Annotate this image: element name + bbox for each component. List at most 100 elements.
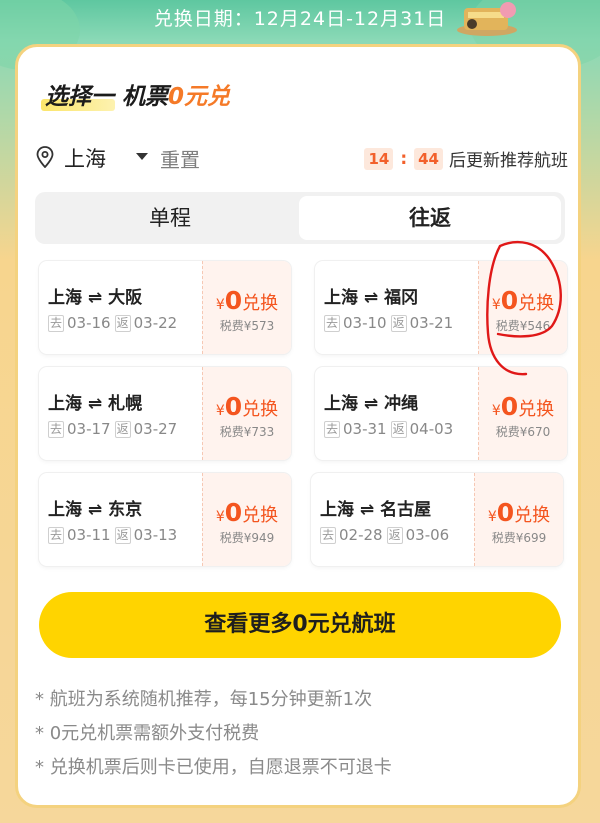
return-date: 04-03 [409,420,454,438]
flight-route: 上海 ⇌ 福冈 [324,283,418,308]
flight-card[interactable]: 上海 ⇌ 冲绳去 03-31 返 04-03 ¥0兑换税费¥670 [315,367,567,460]
depart-tag: 去 [324,421,341,438]
price-amount: 0 [496,498,515,527]
currency-symbol: ¥ [215,509,225,525]
more-flights-button[interactable]: 查看更多0元兑航班 [39,592,561,658]
origin-city: 上海 [48,288,82,308]
price: ¥0兑换 [479,392,567,421]
caret-down-icon[interactable] [136,153,148,160]
price-amount: 0 [224,392,243,421]
flight-card[interactable]: 上海 ⇌ 札幌去 03-17 返 03-27 ¥0兑换 税费¥733 [39,367,291,460]
redeem-label: 兑换 [242,293,279,314]
city-selector[interactable]: 上海 [64,143,106,173]
origin-city: 上海 [320,500,354,520]
flight-card[interactable]: 上海 ⇌ 名古屋去 02-28 返 03-06 ¥0兑换税费¥699 [311,473,563,566]
price-amount: 0 [500,392,519,421]
return-date: 03-22 [133,314,178,332]
depart-date: 03-11 [67,526,111,544]
return-tag: 返 [114,315,131,332]
destination-city: 名古屋 [380,500,432,520]
price-amount: 0 [224,498,243,527]
return-date: 03-06 [405,526,450,544]
tax-fee: 税费¥573 [219,319,275,333]
flight-dates: 去 03-16 返 03-22 [48,314,177,332]
map-pin-icon[interactable] [36,146,54,168]
depart-tag: 去 [48,421,65,438]
redeem-price-button[interactable]: ¥0兑换税费¥949 [202,473,291,566]
destination-city: 东京 [108,500,143,520]
return-tag: 返 [386,527,403,544]
return-date: 03-13 [133,526,178,544]
tax-fee: 税费¥699 [491,531,547,545]
price: ¥0兑换 [203,392,291,421]
countdown-minutes: 14 [364,147,394,170]
return-date: 03-21 [409,314,454,332]
hand-drawn-circle-annotation [486,240,562,376]
redeem-price-button[interactable]: ¥0兑换税费¥699 [474,473,563,566]
redeem-price-button[interactable]: ¥0兑换税费¥670 [478,367,567,460]
title-prefix: 选择一 机票 [45,84,169,110]
redeem-price-button[interactable]: ¥0兑换税费¥733 [202,367,291,460]
round-trip-arrow-icon: ⇌ [87,288,103,308]
tab-round-trip[interactable]: 往返 [299,196,561,240]
redeem-price-button[interactable]: ¥0兑换税费¥573 [202,261,291,354]
destination-city: 大阪 [108,288,143,308]
flight-card[interactable]: 上海 ⇌ 东京去 03-11 返 03-13 ¥0兑换税费¥949 [39,473,291,566]
location-row: 上海 重置 14 : 44 后更新推荐航班 [36,143,568,173]
round-trip-arrow-icon: ⇌ [87,394,103,414]
depart-date: 03-16 [67,314,111,332]
reset-button[interactable]: 重置 [160,144,200,173]
round-trip-arrow-icon: ⇌ [359,500,375,520]
price-amount: 0 [224,286,243,315]
destination-city: 冲绳 [384,394,419,414]
return-tag: 返 [114,527,131,544]
origin-city: 上海 [48,500,82,520]
date-range: 12月24日-12月31日 [253,7,447,30]
currency-symbol: ¥ [487,509,497,525]
depart-tag: 去 [48,315,65,332]
trip-type-tabs: 单程 往返 [35,192,565,244]
redeem-card: 选择一 机票0元兑 上海 重置 14 : 44 后更新推荐航班 单程 往返 上海… [15,44,581,808]
flight-card[interactable]: 上海 ⇌ 大阪去 03-16 返 03-22 ¥0兑换税费¥573 [39,261,291,354]
notes: * 航班为系统随机推荐，每15分钟更新1次 * 0元兑机票需额外支付税费 * 兑… [35,683,392,785]
tab-one-way[interactable]: 单程 [39,196,301,240]
depart-tag: 去 [320,527,337,544]
refresh-countdown: 14 : 44 后更新推荐航班 [364,146,568,171]
countdown-text: 后更新推荐航班 [449,151,568,171]
flight-dates: 去 03-10 返 03-21 [324,314,453,332]
flight-route: 上海 ⇌ 名古屋 [320,495,431,520]
note-item: * 航班为系统随机推荐，每15分钟更新1次 [35,689,373,710]
countdown-colon: : [400,148,408,169]
currency-symbol: ¥ [215,403,225,419]
depart-tag: 去 [324,315,341,332]
flight-dates: 去 03-31 返 04-03 [324,420,453,438]
return-tag: 返 [390,421,407,438]
flight-route: 上海 ⇌ 大阪 [48,283,142,308]
origin-city: 上海 [48,394,82,414]
redeem-label: 兑换 [242,505,279,526]
redeem-label: 兑换 [242,399,279,420]
price: ¥0兑换 [203,286,291,315]
price: ¥0兑换 [475,498,563,527]
depart-date: 03-10 [343,314,387,332]
tax-fee: 税费¥733 [219,425,275,439]
price: ¥0兑换 [203,498,291,527]
return-date: 03-27 [133,420,178,438]
currency-symbol: ¥ [215,297,225,313]
date-label: 兑换日期： [153,7,254,30]
countdown-seconds: 44 [414,147,443,170]
note-item: * 0元兑机票需额外支付税费 [35,723,260,744]
note-item: * 兑换机票后则卡已使用，自愿退票不可退卡 [35,757,392,778]
depart-tag: 去 [48,527,65,544]
treasure-illustration-icon [457,2,517,36]
tax-fee: 税费¥949 [219,531,275,545]
title-highlight-text: 0元兑 [168,84,231,110]
flight-dates: 去 02-28 返 03-06 [320,526,449,544]
return-tag: 返 [114,421,131,438]
flight-route: 上海 ⇌ 东京 [48,495,142,520]
redeem-label: 兑换 [514,505,551,526]
origin-city: 上海 [324,394,358,414]
flight-route: 上海 ⇌ 冲绳 [324,389,418,414]
flight-dates: 去 03-17 返 03-27 [48,420,177,438]
tax-fee: 税费¥670 [495,425,551,439]
